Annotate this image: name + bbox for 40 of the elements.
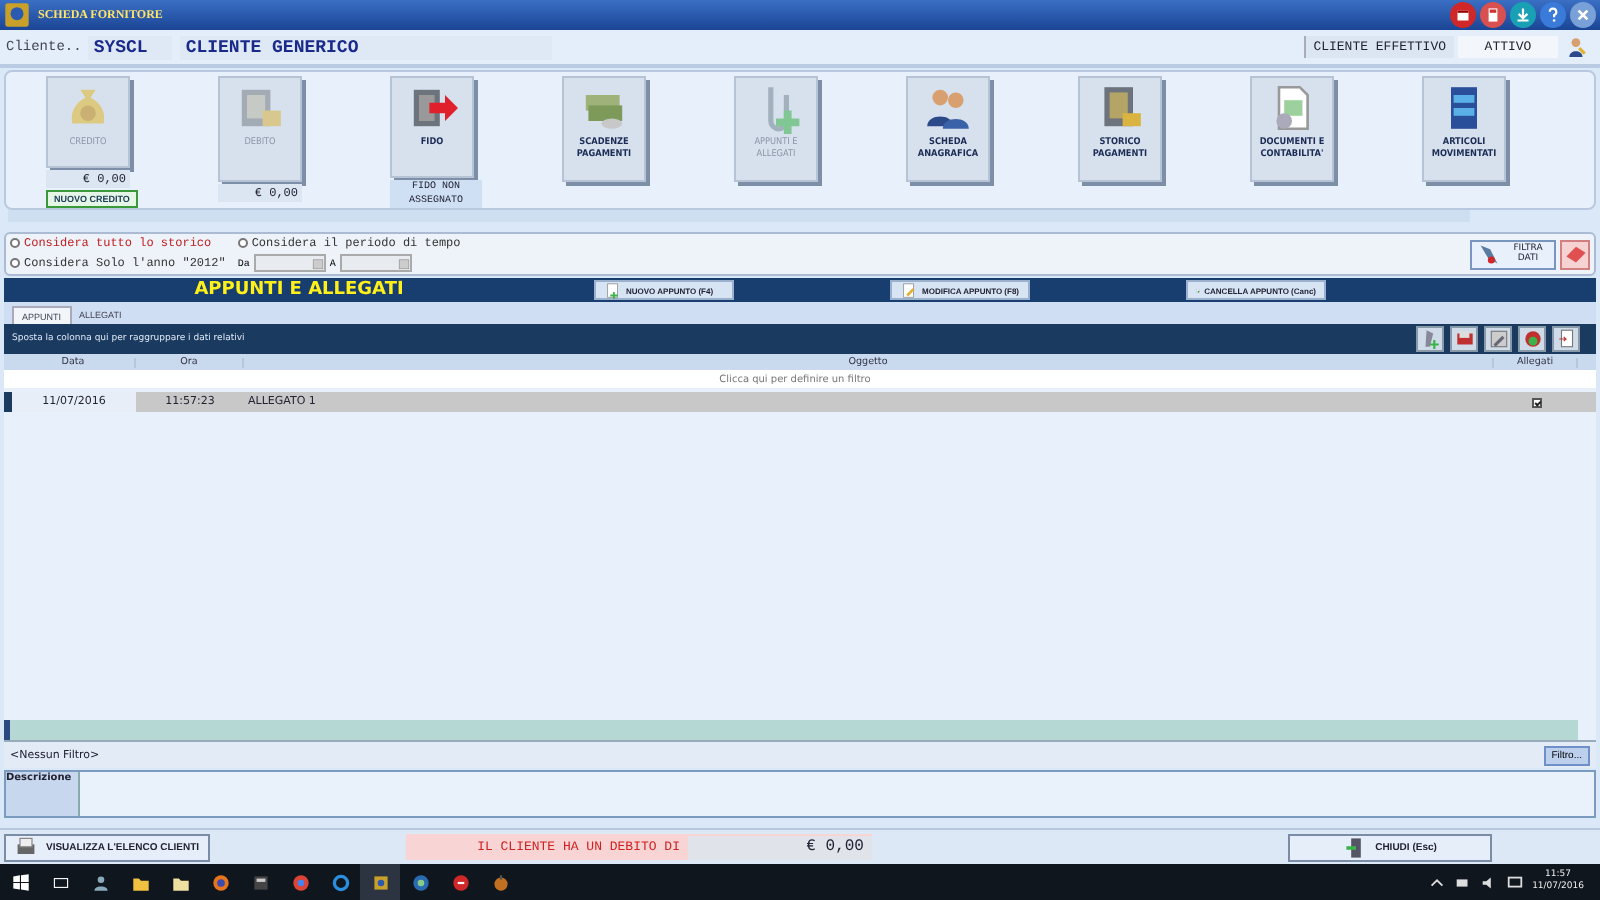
message-icon bbox=[1506, 873, 1525, 891]
calendar-icon bbox=[397, 257, 410, 269]
user-key-icon bbox=[1566, 36, 1588, 58]
close-button[interactable] bbox=[1570, 2, 1596, 28]
export-icon bbox=[1555, 328, 1577, 350]
download-button[interactable] bbox=[1510, 2, 1536, 28]
funnel-icon bbox=[1476, 242, 1502, 266]
printer-icon bbox=[14, 835, 38, 859]
window-icon[interactable] bbox=[249, 871, 271, 893]
printer-icon bbox=[1453, 328, 1475, 350]
debt-amount: € 0,00 bbox=[687, 835, 872, 859]
client-code: SYSCL bbox=[87, 35, 172, 59]
date-field[interactable] bbox=[339, 254, 412, 272]
refresh-icon bbox=[1521, 328, 1543, 350]
date-field[interactable] bbox=[253, 254, 326, 272]
client-name: CLIENTE GENERICO bbox=[179, 35, 552, 59]
circle-icon[interactable] bbox=[449, 871, 471, 893]
globe-icon[interactable] bbox=[409, 871, 431, 893]
download-icon bbox=[1512, 4, 1534, 26]
section-title: APPUNTI E ALLEGATI bbox=[192, 280, 406, 300]
close-icon bbox=[1572, 4, 1594, 26]
checkbox[interactable] bbox=[1531, 397, 1541, 407]
globe-icon[interactable] bbox=[209, 871, 231, 893]
calendar-button[interactable] bbox=[1450, 2, 1476, 28]
note-edit-icon bbox=[900, 281, 918, 299]
edit-grid-button[interactable] bbox=[1484, 326, 1512, 352]
row-indicator bbox=[4, 392, 12, 412]
battery-icon bbox=[1454, 873, 1473, 891]
edit-grid-icon bbox=[1487, 328, 1509, 350]
person-icon[interactable] bbox=[89, 871, 111, 893]
export-button[interactable] bbox=[1552, 326, 1580, 352]
windows-icon[interactable] bbox=[9, 871, 31, 893]
eraser-button[interactable] bbox=[1560, 239, 1590, 269]
help-button[interactable] bbox=[1540, 2, 1566, 28]
printer-button[interactable] bbox=[1450, 326, 1478, 352]
eraser-icon bbox=[1563, 242, 1587, 266]
refresh-button[interactable] bbox=[1518, 326, 1546, 352]
note-add-icon bbox=[604, 281, 622, 299]
calculator-button[interactable] bbox=[1480, 2, 1506, 28]
calendar-icon bbox=[311, 257, 324, 269]
